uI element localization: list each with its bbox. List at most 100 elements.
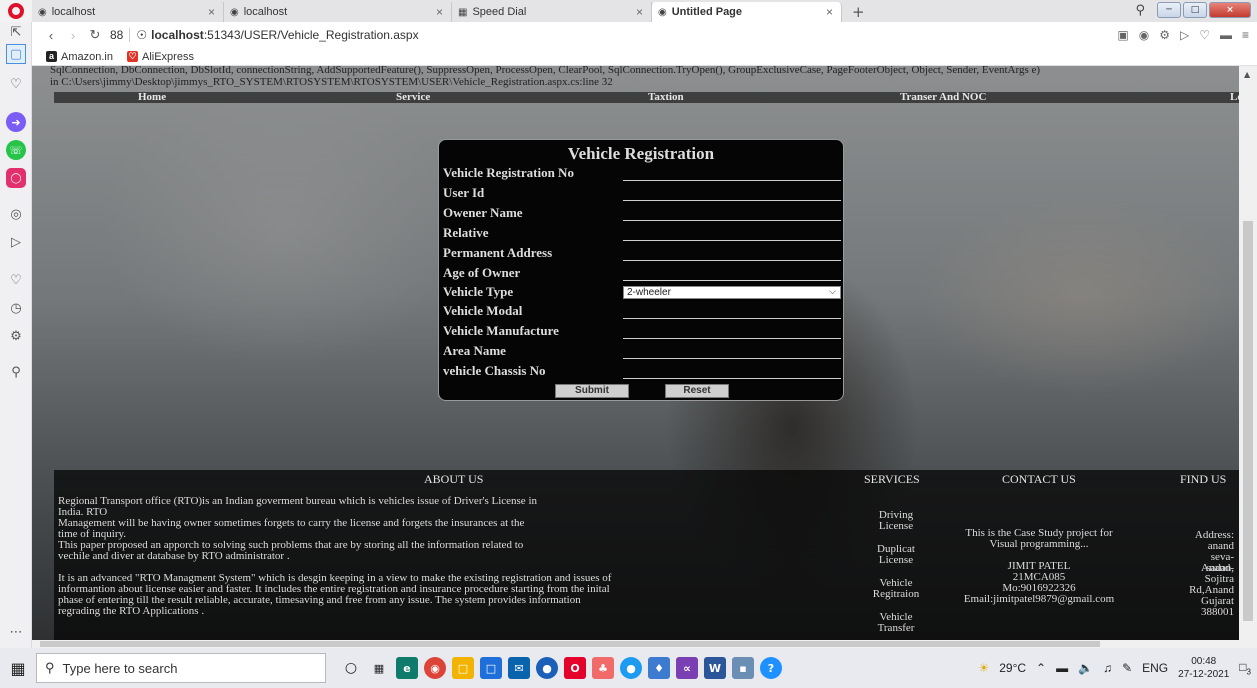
menu-home[interactable]: Home xyxy=(138,91,166,103)
service-vehicle-transfer[interactable]: Vehicle Transfer xyxy=(866,612,926,634)
clock[interactable]: 00:48 27-12-2021 xyxy=(1178,655,1229,681)
menu-service[interactable]: Service xyxy=(396,91,430,103)
whatsapp-icon[interactable]: ☏ xyxy=(6,140,26,160)
network-icon[interactable]: ♫ xyxy=(1103,661,1112,675)
wallet-icon[interactable]: ⚙ xyxy=(1159,28,1170,42)
service-driving-license[interactable]: Driving License xyxy=(866,510,926,532)
scroll-thumb[interactable] xyxy=(40,641,1100,647)
reset-button[interactable]: Reset xyxy=(665,384,729,398)
tab-1[interactable]: ◉ localhost × xyxy=(32,2,224,22)
volume-icon[interactable]: 🔈 xyxy=(1078,661,1093,675)
help-icon[interactable]: ? xyxy=(760,657,782,679)
menu-transfer-noc[interactable]: Transer And NOC xyxy=(900,91,986,103)
menu-taxtion[interactable]: Taxtion xyxy=(648,91,684,103)
close-icon[interactable]: × xyxy=(436,5,443,19)
battery-icon[interactable]: ▬ xyxy=(1220,28,1232,42)
about-line: Management will be having owner sometime… xyxy=(58,517,525,529)
opera-logo[interactable] xyxy=(0,0,32,22)
user-id-input[interactable] xyxy=(623,186,841,201)
maximize-button[interactable]: □ xyxy=(1183,2,1207,18)
area-name-input[interactable] xyxy=(623,344,841,359)
visual-studio-icon[interactable]: ∝ xyxy=(676,657,698,679)
tab-2[interactable]: ◉ localhost × xyxy=(224,2,452,22)
taskbar-search[interactable]: ⚲ Type here to search xyxy=(36,653,326,683)
language-indicator[interactable]: ENG xyxy=(1142,661,1168,675)
chassis-no-input[interactable] xyxy=(623,364,841,379)
chevron-up-icon[interactable]: ⌃ xyxy=(1036,661,1046,675)
reload-icon[interactable]: ↻ xyxy=(84,27,106,43)
tab-3[interactable]: ▦ Speed Dial × xyxy=(452,2,652,22)
tab-4-active[interactable]: ◉ Untitled Page × xyxy=(652,2,842,22)
owner-name-input[interactable] xyxy=(623,206,841,221)
minimize-button[interactable]: ─ xyxy=(1157,2,1181,18)
url-field[interactable]: localhost:51343/USER/Vehicle_Registratio… xyxy=(151,28,418,42)
tab-search-icon[interactable]: ⚲ xyxy=(1135,3,1145,18)
new-tab-icon[interactable]: + xyxy=(842,2,875,22)
vehicle-modal-input[interactable] xyxy=(623,304,841,319)
service-duplicate-license[interactable]: Duplicat License xyxy=(866,544,926,566)
mail-icon[interactable]: ✉ xyxy=(508,657,530,679)
site-info-icon[interactable]: ☉ xyxy=(136,28,147,42)
app-icon[interactable]: ● xyxy=(536,657,558,679)
amazon-icon: a xyxy=(46,51,57,62)
forward-icon[interactable]: › xyxy=(62,28,84,43)
app-icon[interactable]: ● xyxy=(620,657,642,679)
chrome-icon[interactable]: ◉ xyxy=(424,657,446,679)
flow-icon[interactable]: ▷ xyxy=(6,232,26,252)
instagram-icon[interactable]: ◯ xyxy=(6,168,26,188)
bookmark-amazon[interactable]: a Amazon.in xyxy=(46,51,113,63)
vertical-scrollbar[interactable]: ▲ xyxy=(1239,66,1257,640)
pin-icon[interactable]: ⚲ xyxy=(6,362,26,382)
vehicle-type-select[interactable]: 2-wheeler ⌵ xyxy=(623,286,841,299)
age-of-owner-input[interactable] xyxy=(623,266,841,281)
windows-start-icon[interactable]: ▦ xyxy=(0,648,36,688)
heart-icon[interactable]: ♡ xyxy=(6,270,26,290)
menu-icon[interactable]: ≡ xyxy=(1242,28,1249,42)
app-icon[interactable]: ♣ xyxy=(592,657,614,679)
close-icon[interactable]: × xyxy=(636,5,643,19)
search-icon: ⚲ xyxy=(45,660,55,675)
store-icon[interactable]: □ xyxy=(480,657,502,679)
player-icon[interactable]: ◎ xyxy=(6,204,26,224)
edge-icon[interactable]: e xyxy=(396,657,418,679)
opera-taskbar-icon[interactable]: O xyxy=(564,657,586,679)
heart-icon[interactable]: ♡ xyxy=(1199,28,1210,42)
close-window-button[interactable]: × xyxy=(1209,2,1251,18)
submit-button[interactable]: Submit xyxy=(555,384,629,398)
notification-icon[interactable]: □3 xyxy=(1239,660,1251,676)
cursor-icon[interactable]: ⇱ xyxy=(6,22,26,42)
app-icon[interactable]: ▪ xyxy=(732,657,754,679)
pinboard-icon[interactable]: ♡ xyxy=(6,74,26,94)
history-icon[interactable]: ◷ xyxy=(6,298,26,318)
close-icon[interactable]: × xyxy=(208,5,215,19)
bookmark-aliexpress[interactable]: ♡ AliExpress xyxy=(126,51,194,63)
pen-icon[interactable]: ✎ xyxy=(1122,661,1132,675)
permanent-address-input[interactable] xyxy=(623,246,841,261)
extensions-icon[interactable]: ⚙ xyxy=(6,326,26,346)
speed-dial-count[interactable]: 88 xyxy=(110,28,123,42)
messenger-icon[interactable]: ➜ xyxy=(6,112,26,132)
weather-temp[interactable]: 29°C xyxy=(999,661,1026,675)
file-explorer-icon[interactable]: □ xyxy=(452,657,474,679)
camera-icon[interactable]: ◉ xyxy=(1139,28,1149,42)
more-icon[interactable]: ⋯ xyxy=(6,622,26,642)
battery-icon[interactable]: ▬ xyxy=(1056,661,1068,675)
send-icon[interactable]: ▷ xyxy=(1180,28,1189,42)
vehicle-manufacture-input[interactable] xyxy=(623,324,841,339)
scroll-thumb[interactable] xyxy=(1243,221,1253,621)
task-view-icon[interactable]: ▦ xyxy=(368,657,390,679)
scroll-up-icon[interactable]: ▲ xyxy=(1244,70,1250,79)
address-line: 388001 xyxy=(1201,606,1234,618)
back-icon[interactable]: ‹ xyxy=(40,28,62,43)
app-icon[interactable]: ♦ xyxy=(648,657,670,679)
menu-login[interactable]: Lo xyxy=(1230,91,1239,103)
word-icon[interactable]: W xyxy=(704,657,726,679)
service-vehicle-registration[interactable]: Vehicle Regitraion xyxy=(866,578,926,600)
vehicle-registration-no-input[interactable] xyxy=(623,166,841,181)
close-icon[interactable]: × xyxy=(826,5,833,19)
home-icon[interactable]: ▢ xyxy=(6,44,26,64)
relative-input[interactable] xyxy=(623,226,841,241)
horizontal-scrollbar[interactable] xyxy=(32,640,1257,648)
snapshot-icon[interactable]: ▣ xyxy=(1117,28,1128,42)
cortana-icon[interactable]: ○ xyxy=(340,657,362,679)
